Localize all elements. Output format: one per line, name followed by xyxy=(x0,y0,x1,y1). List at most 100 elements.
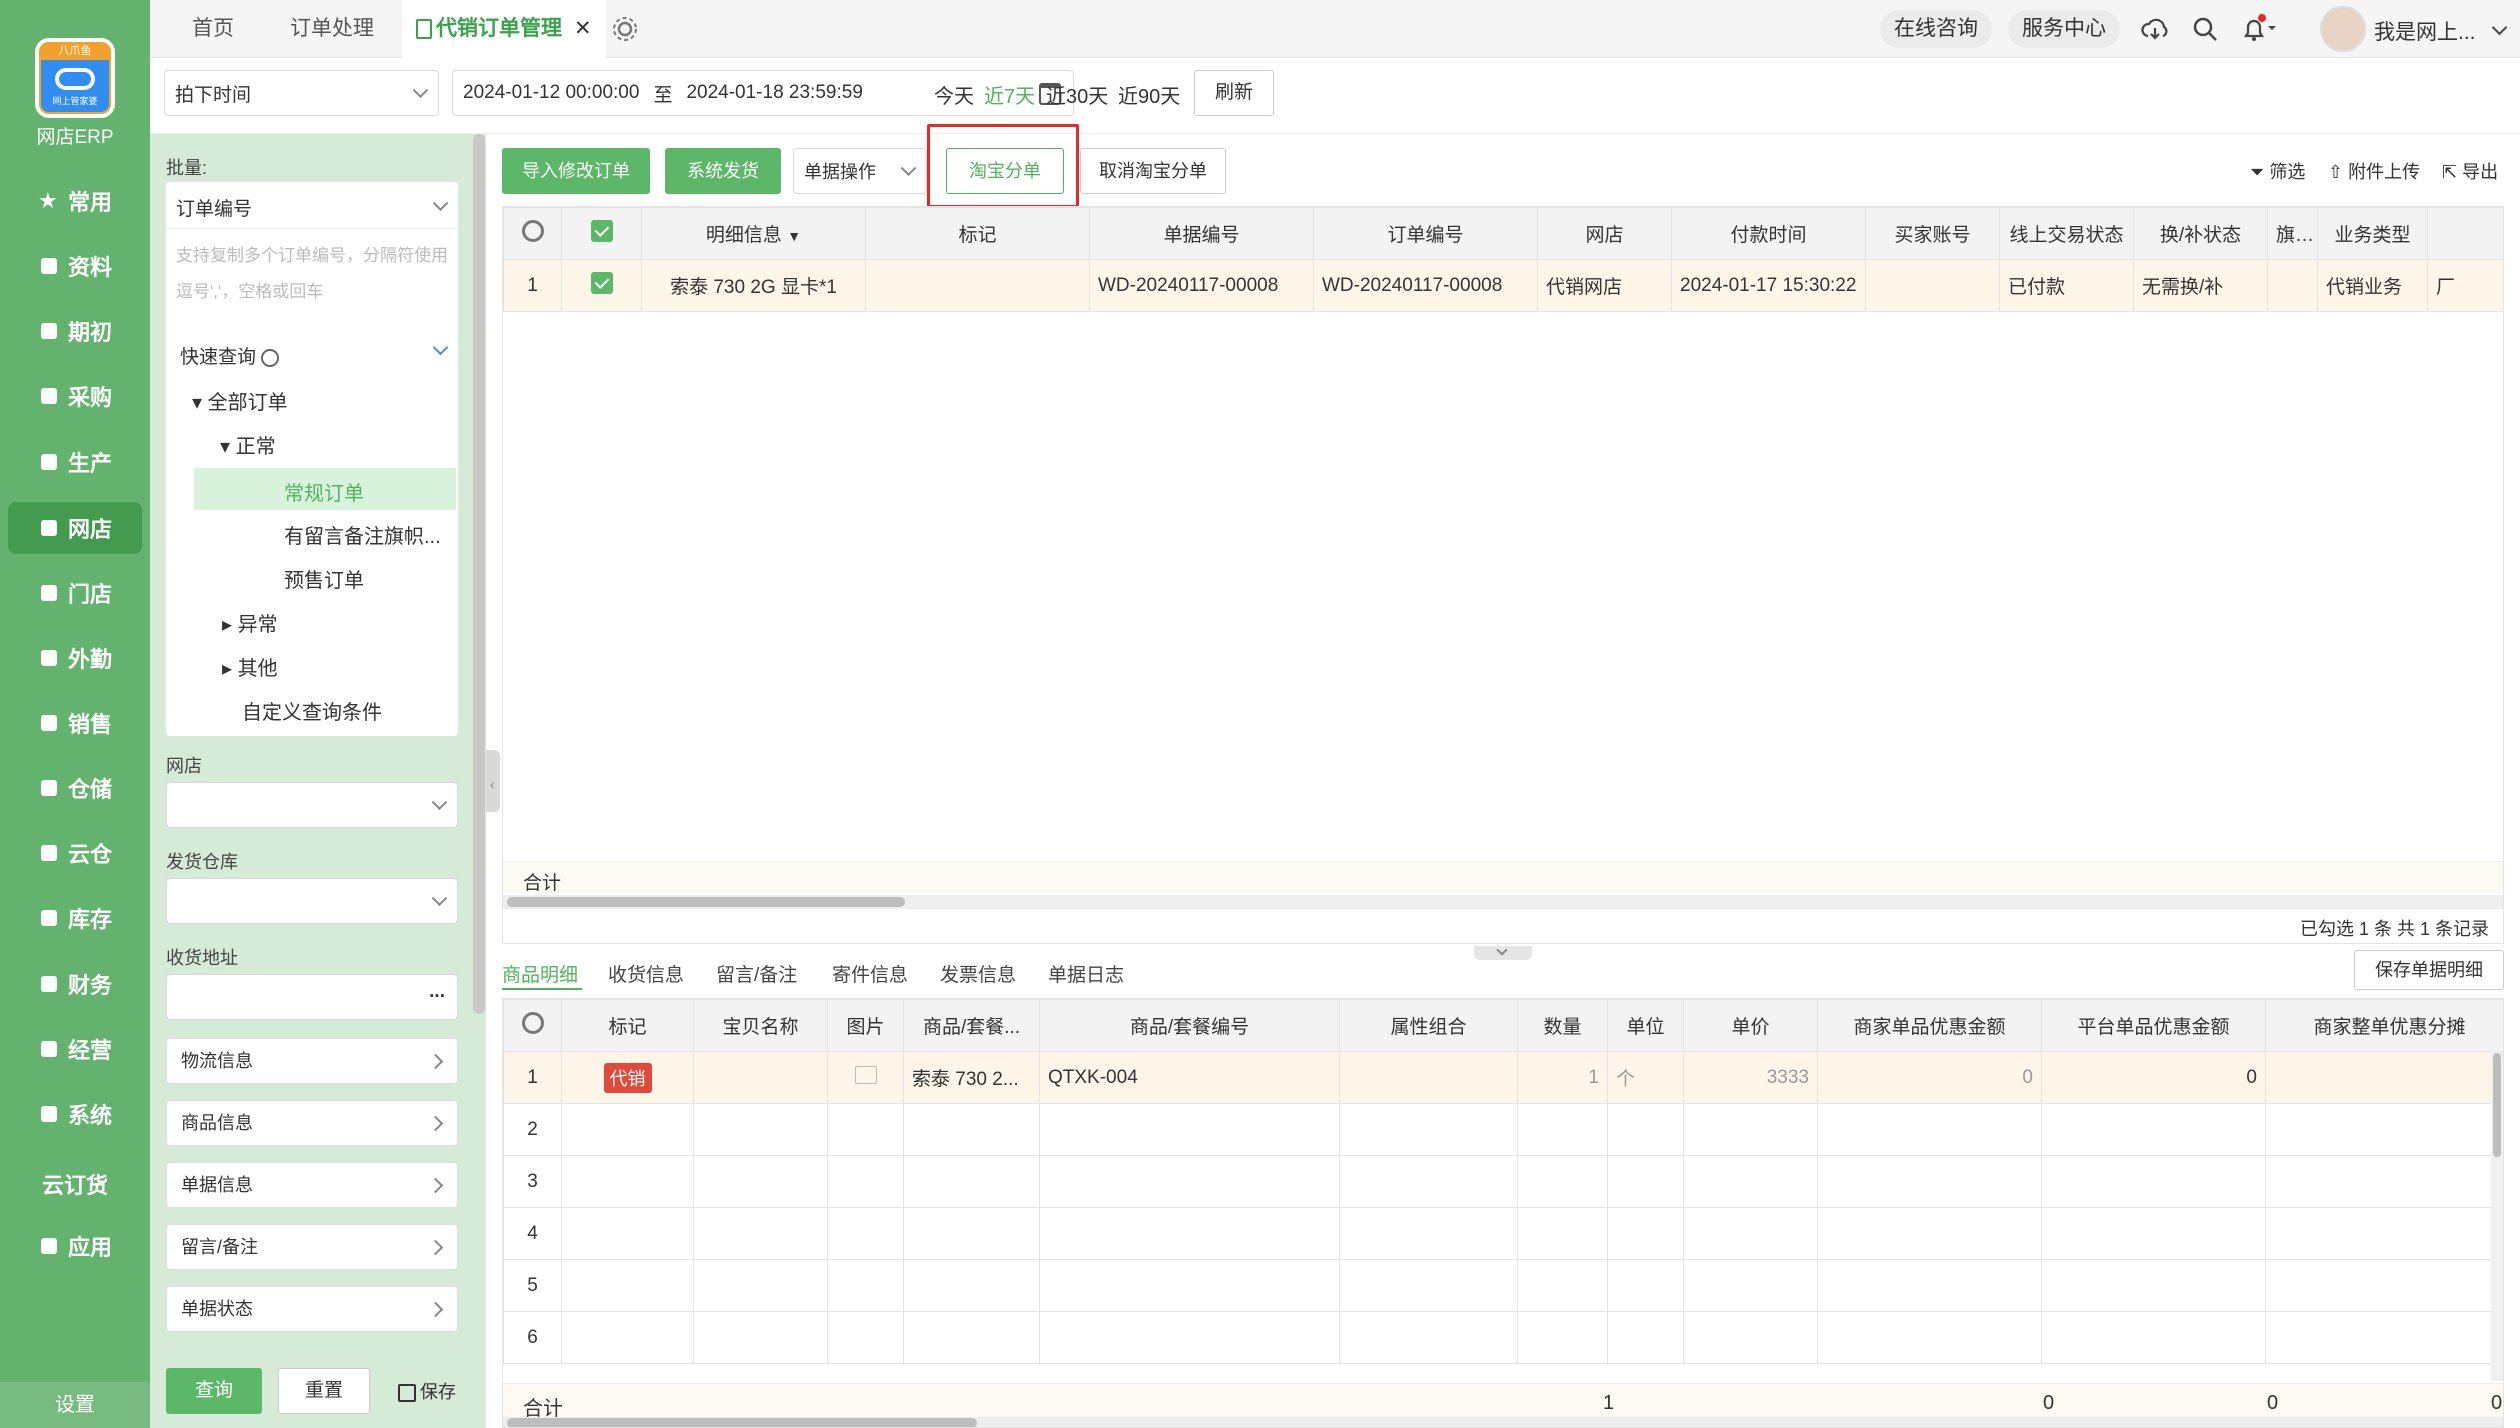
table-row[interactable]: 3 xyxy=(503,1155,2503,1208)
avatar[interactable] xyxy=(2320,6,2366,52)
orders-hscroll[interactable] xyxy=(503,895,2503,909)
cell-unit[interactable]: 个 xyxy=(1607,1051,1684,1104)
dcol-qty[interactable]: 数量 xyxy=(1517,999,1608,1052)
export-button[interactable]: ⇱ 导出 xyxy=(2442,158,2498,184)
nav-item-16[interactable]: 应用 xyxy=(8,1220,142,1272)
nav-item-3[interactable]: 采购 xyxy=(8,370,142,422)
import-modify-button[interactable]: 导入修改订单 xyxy=(502,148,650,194)
quick-30days[interactable]: 近30天 xyxy=(1046,80,1108,109)
user-name[interactable]: 我是网上... xyxy=(2374,16,2476,46)
table-row[interactable]: 4 xyxy=(503,1207,2503,1260)
sidebar-scrollbar[interactable] xyxy=(473,134,485,1014)
cell-name[interactable] xyxy=(693,1051,828,1104)
detail-tab-shipping[interactable]: 寄件信息 xyxy=(832,960,908,987)
cell-order-disc[interactable]: 0 xyxy=(2265,1051,2503,1104)
tab-home[interactable]: 首页 xyxy=(192,0,234,58)
tree-all-orders[interactable]: ▾ 全部订单 xyxy=(192,386,288,415)
col-order-no[interactable]: 订单编号 xyxy=(1313,207,1538,260)
time-type-select[interactable]: 拍下时间 xyxy=(164,70,439,116)
tab-order-processing[interactable]: 订单处理 xyxy=(290,0,374,58)
dcol-merchant-disc[interactable]: 商家单品优惠金额 xyxy=(1817,999,2042,1052)
nav-item-0[interactable]: 常用 xyxy=(8,175,142,227)
more-icon[interactable]: ... xyxy=(429,981,445,1003)
splitter-handle[interactable] xyxy=(1474,944,1532,960)
col-exchange[interactable]: 换/补状态 xyxy=(2133,207,2268,260)
tab-consignment-orders[interactable]: 代销订单管理 ✕ xyxy=(402,0,606,58)
col-biz-type[interactable]: 业务类型 xyxy=(2317,207,2428,260)
search-icon[interactable] xyxy=(2190,14,2220,44)
dcol-product[interactable]: 商品/套餐... xyxy=(903,999,1040,1052)
cell-product[interactable]: 索泰 730 2... xyxy=(903,1051,1040,1104)
section-bill[interactable]: 单据信息 xyxy=(166,1162,458,1208)
table-row[interactable]: 1 代销 索泰 730 2... QTXK-004 1 个 3333 0 0 0 xyxy=(503,1051,2503,1104)
col-store[interactable]: 网店 xyxy=(1537,207,1672,260)
scroll-thumb[interactable] xyxy=(507,897,905,907)
col-mark[interactable]: 标记 xyxy=(865,207,1090,260)
dcol-code[interactable]: 商品/套餐编号 xyxy=(1039,999,1340,1052)
reset-button[interactable]: 重置 xyxy=(278,1368,370,1414)
detail-vscroll[interactable] xyxy=(2491,1051,2503,1381)
nav-item-8[interactable]: 销售 xyxy=(8,697,142,749)
nav-item-11[interactable]: 库存 xyxy=(8,892,142,944)
batch-input[interactable]: 支持复制多个订单编号，分隔符使用逗号','，空格或回车 xyxy=(176,238,448,310)
tab-settings-icon[interactable] xyxy=(610,14,640,44)
detail-column-settings[interactable] xyxy=(503,999,562,1052)
dcol-image[interactable]: 图片 xyxy=(827,999,904,1052)
section-remark[interactable]: 留言/备注 xyxy=(166,1224,458,1270)
nav-item-7[interactable]: 外勤 xyxy=(8,632,142,684)
chevron-down-icon[interactable] xyxy=(432,195,449,212)
date-range-picker[interactable]: 2024-01-12 00:00:00 至 2024-01-18 23:59:5… xyxy=(452,70,1074,116)
tree-regular-orders[interactable]: 常规订单 xyxy=(194,468,456,510)
detail-tab-receiving[interactable]: 收货信息 xyxy=(608,960,684,987)
batch-field-select[interactable]: 订单编号 xyxy=(176,194,252,221)
col-pay-time[interactable]: 付款时间 xyxy=(1671,207,1866,260)
table-row[interactable]: 2 xyxy=(503,1103,2503,1156)
section-product[interactable]: 商品信息 xyxy=(166,1100,458,1146)
tree-normal[interactable]: ▾ 正常 xyxy=(220,430,276,459)
bell-icon[interactable] xyxy=(2238,14,2276,44)
table-row[interactable]: 1 索泰 730 2G 显卡*1 WD-20240117-00008 WD-20… xyxy=(503,259,2503,312)
col-detail[interactable]: 明细信息 ▼ xyxy=(641,207,866,260)
refresh-button[interactable]: 刷新 xyxy=(1194,70,1274,116)
nav-item-5[interactable]: 网店 xyxy=(8,502,142,554)
nav-item-1[interactable]: 资料 xyxy=(8,240,142,292)
tree-custom-query[interactable]: 自定义查询条件 xyxy=(242,696,382,725)
cell-price[interactable]: 3333 xyxy=(1683,1051,1818,1104)
nav-item-12[interactable]: 财务 xyxy=(8,958,142,1010)
tree-remark-orders[interactable]: 有留言备注旗帜... xyxy=(284,520,441,549)
dcol-tag[interactable]: 标记 xyxy=(561,999,694,1052)
cell-platform-disc[interactable]: 0 xyxy=(2041,1051,2266,1104)
cell-attr[interactable] xyxy=(1339,1051,1518,1104)
save-query-button[interactable]: 保存 xyxy=(398,1378,456,1404)
detail-tab-remarks[interactable]: 留言/备注 xyxy=(716,960,797,987)
dcol-platform-disc[interactable]: 平台单品优惠金额 xyxy=(2041,999,2266,1052)
quick-7days[interactable]: 近7天 xyxy=(984,80,1035,109)
nav-item-2[interactable]: 期初 xyxy=(8,305,142,357)
nav-item-9[interactable]: 仓储 xyxy=(8,762,142,814)
table-row[interactable]: 5 xyxy=(503,1259,2503,1312)
warehouse-select[interactable] xyxy=(166,878,458,924)
nav-item-10[interactable]: 云仓 xyxy=(8,827,142,879)
cell-code[interactable]: QTXK-004 xyxy=(1039,1051,1340,1104)
tree-other[interactable]: ▸ 其他 xyxy=(222,652,278,681)
save-detail-button[interactable]: 保存单据明细 xyxy=(2354,950,2504,990)
col-bill-no[interactable]: 单据编号 xyxy=(1089,207,1314,260)
nav-item-15[interactable]: 云订货 xyxy=(8,1158,142,1210)
dcol-unit[interactable]: 单位 xyxy=(1607,999,1684,1052)
column-settings[interactable] xyxy=(503,207,562,260)
quick-90days[interactable]: 近90天 xyxy=(1118,80,1180,109)
online-consult-button[interactable]: 在线咨询 xyxy=(1880,10,1992,48)
nav-item-4[interactable]: 生产 xyxy=(8,436,142,488)
cancel-taobao-split-button[interactable]: 取消淘宝分单 xyxy=(1080,148,1226,194)
store-select[interactable] xyxy=(166,782,458,828)
detail-tab-products[interactable]: 商品明细 xyxy=(502,960,578,987)
address-input[interactable]: ... xyxy=(166,974,458,1020)
scroll-thumb[interactable] xyxy=(507,1418,977,1427)
dcol-name[interactable]: 宝贝名称 xyxy=(693,999,828,1052)
nav-item-13[interactable]: 经营 xyxy=(8,1023,142,1075)
scroll-thumb[interactable] xyxy=(2493,1053,2501,1157)
cloud-download-icon[interactable] xyxy=(2140,14,2170,44)
nav-item-6[interactable]: 门店 xyxy=(8,567,142,619)
tree-presale-orders[interactable]: 预售订单 xyxy=(284,564,364,593)
bill-operations-dropdown[interactable]: 单据操作 xyxy=(793,148,927,194)
